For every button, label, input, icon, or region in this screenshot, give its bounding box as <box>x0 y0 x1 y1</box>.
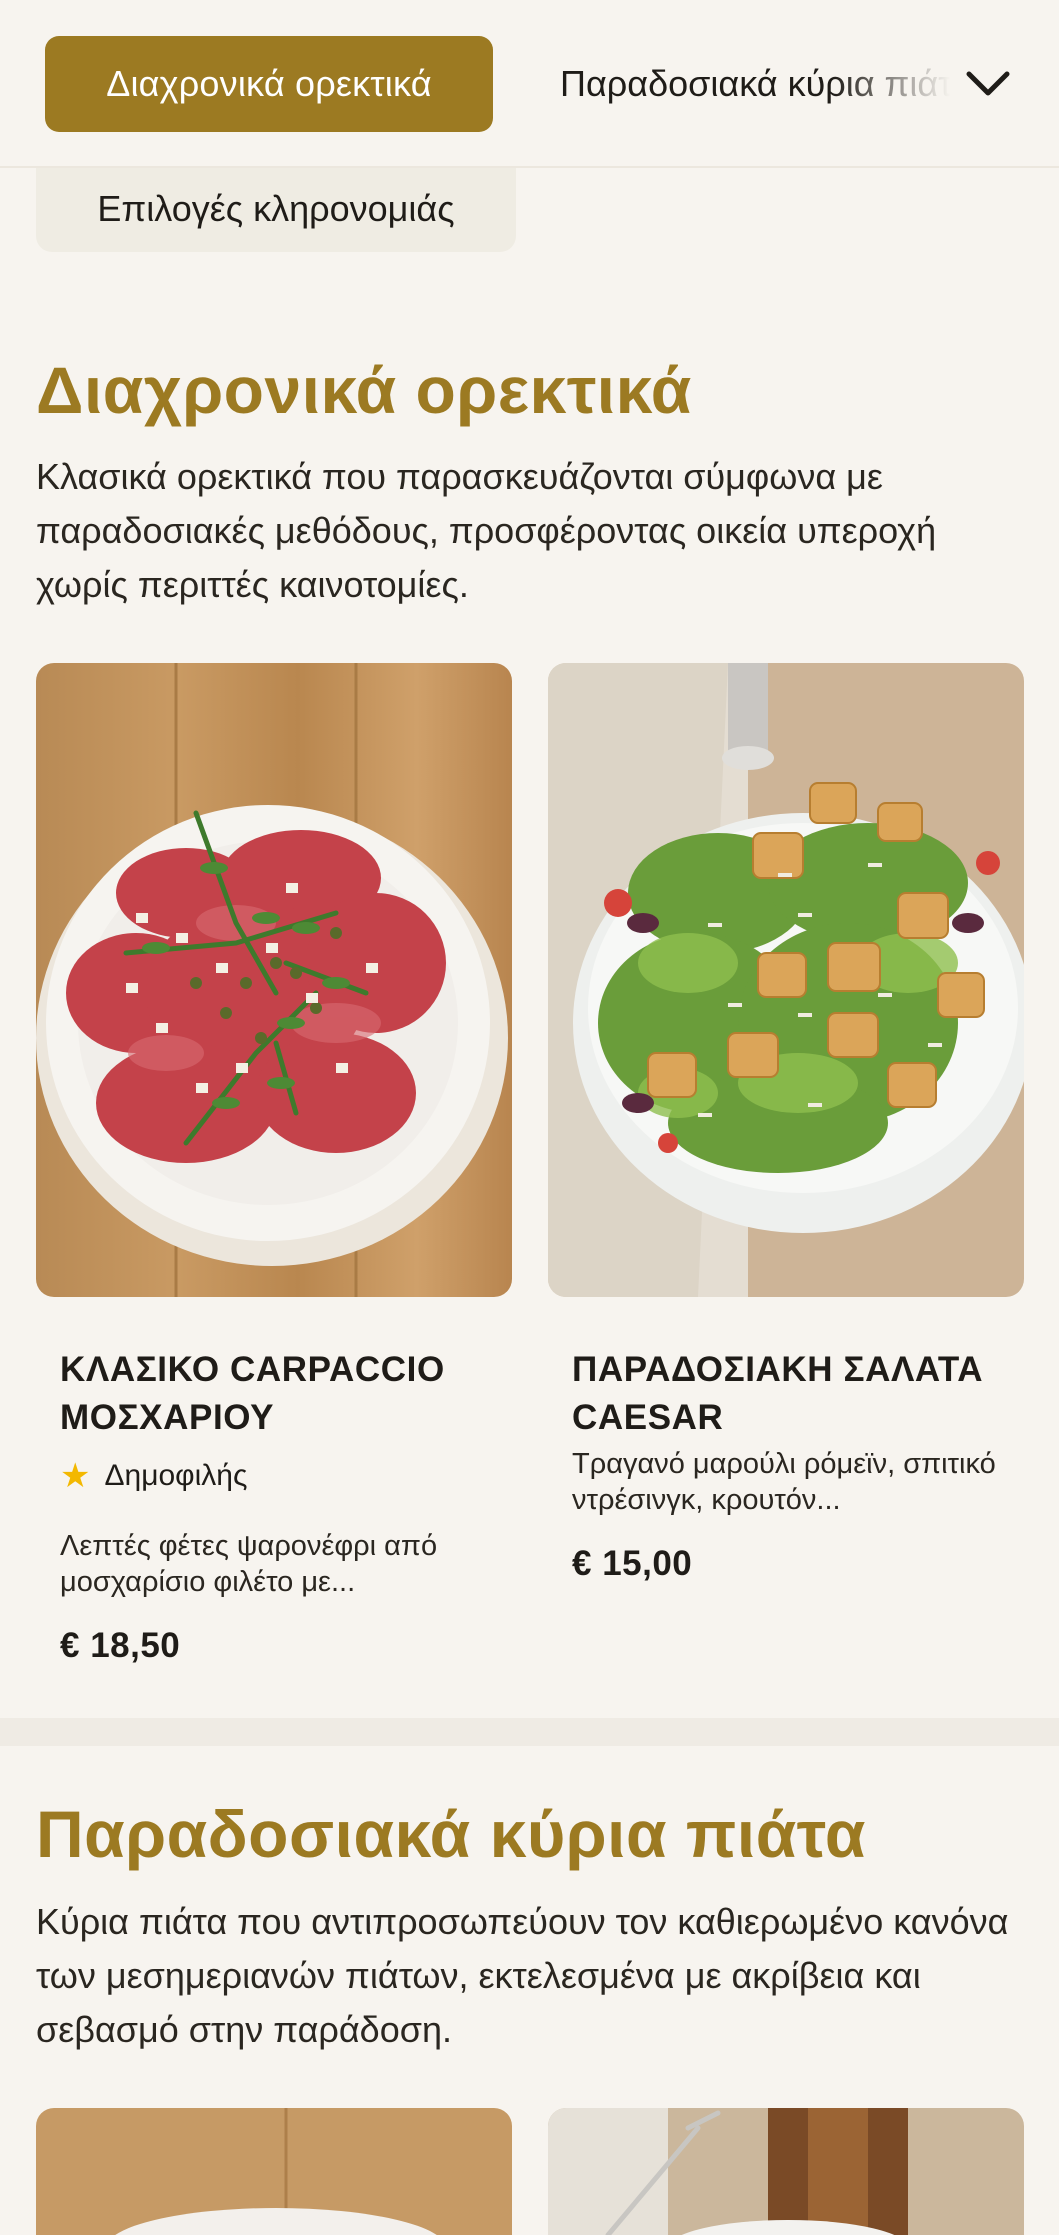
section-description: Κλασικά ορεκτικά που παρασκευάζονται σύμ… <box>36 456 937 605</box>
item-name[interactable]: ΠΑΡΑΔΟΣΙΑΚΗ ΣΑΛΑΤΑ CAESAR <box>572 1346 1012 1442</box>
main-dish-image[interactable] <box>548 2108 1024 2235</box>
main-dish-image[interactable] <box>36 2108 512 2235</box>
caesar-salad-image[interactable] <box>548 663 1024 1297</box>
item-description: Τραγανό μαρούλι ρόμεϊν, σπιτικό ντρέσινγ… <box>572 1448 996 1516</box>
category-tab-heritage[interactable]: Επιλογές κληρονομιάς <box>36 166 516 252</box>
section-description: Κύρια πιάτα που αντιπροσωπεύουν τον καθι… <box>36 1901 1009 2050</box>
carpaccio-image[interactable] <box>36 663 512 1297</box>
category-tab-next[interactable]: Παραδοσιακά κύρια πιάτα <box>560 36 950 132</box>
item-name[interactable]: ΚΛΑΣΙΚΟ CARPACCIO ΜΟΣΧΑΡΙΟΥ <box>60 1346 500 1442</box>
item-price: € 15,00 <box>572 1544 693 1583</box>
chevron-down-icon[interactable] <box>962 58 1014 110</box>
category-nav: Διαχρονικά ορεκτικά Παραδοσιακά κύρια πι… <box>0 0 1059 168</box>
popular-badge: ★ Δημοφιλής <box>60 1456 247 1496</box>
section-divider <box>0 1718 1059 1746</box>
section-title: Παραδοσιακά κύρια πιάτα <box>36 1797 866 1871</box>
item-description: Λεπτές φέτες ψαρονέφρι από μοσχαρίσιο φι… <box>60 1530 438 1598</box>
category-tab-active[interactable]: Διαχρονικά ορεκτικά <box>45 36 493 132</box>
badge-label: Δημοφιλής <box>104 1459 248 1492</box>
section-title: Διαχρονικά ορεκτικά <box>36 353 692 427</box>
star-icon: ★ <box>60 1457 91 1495</box>
item-price: € 18,50 <box>60 1626 181 1665</box>
